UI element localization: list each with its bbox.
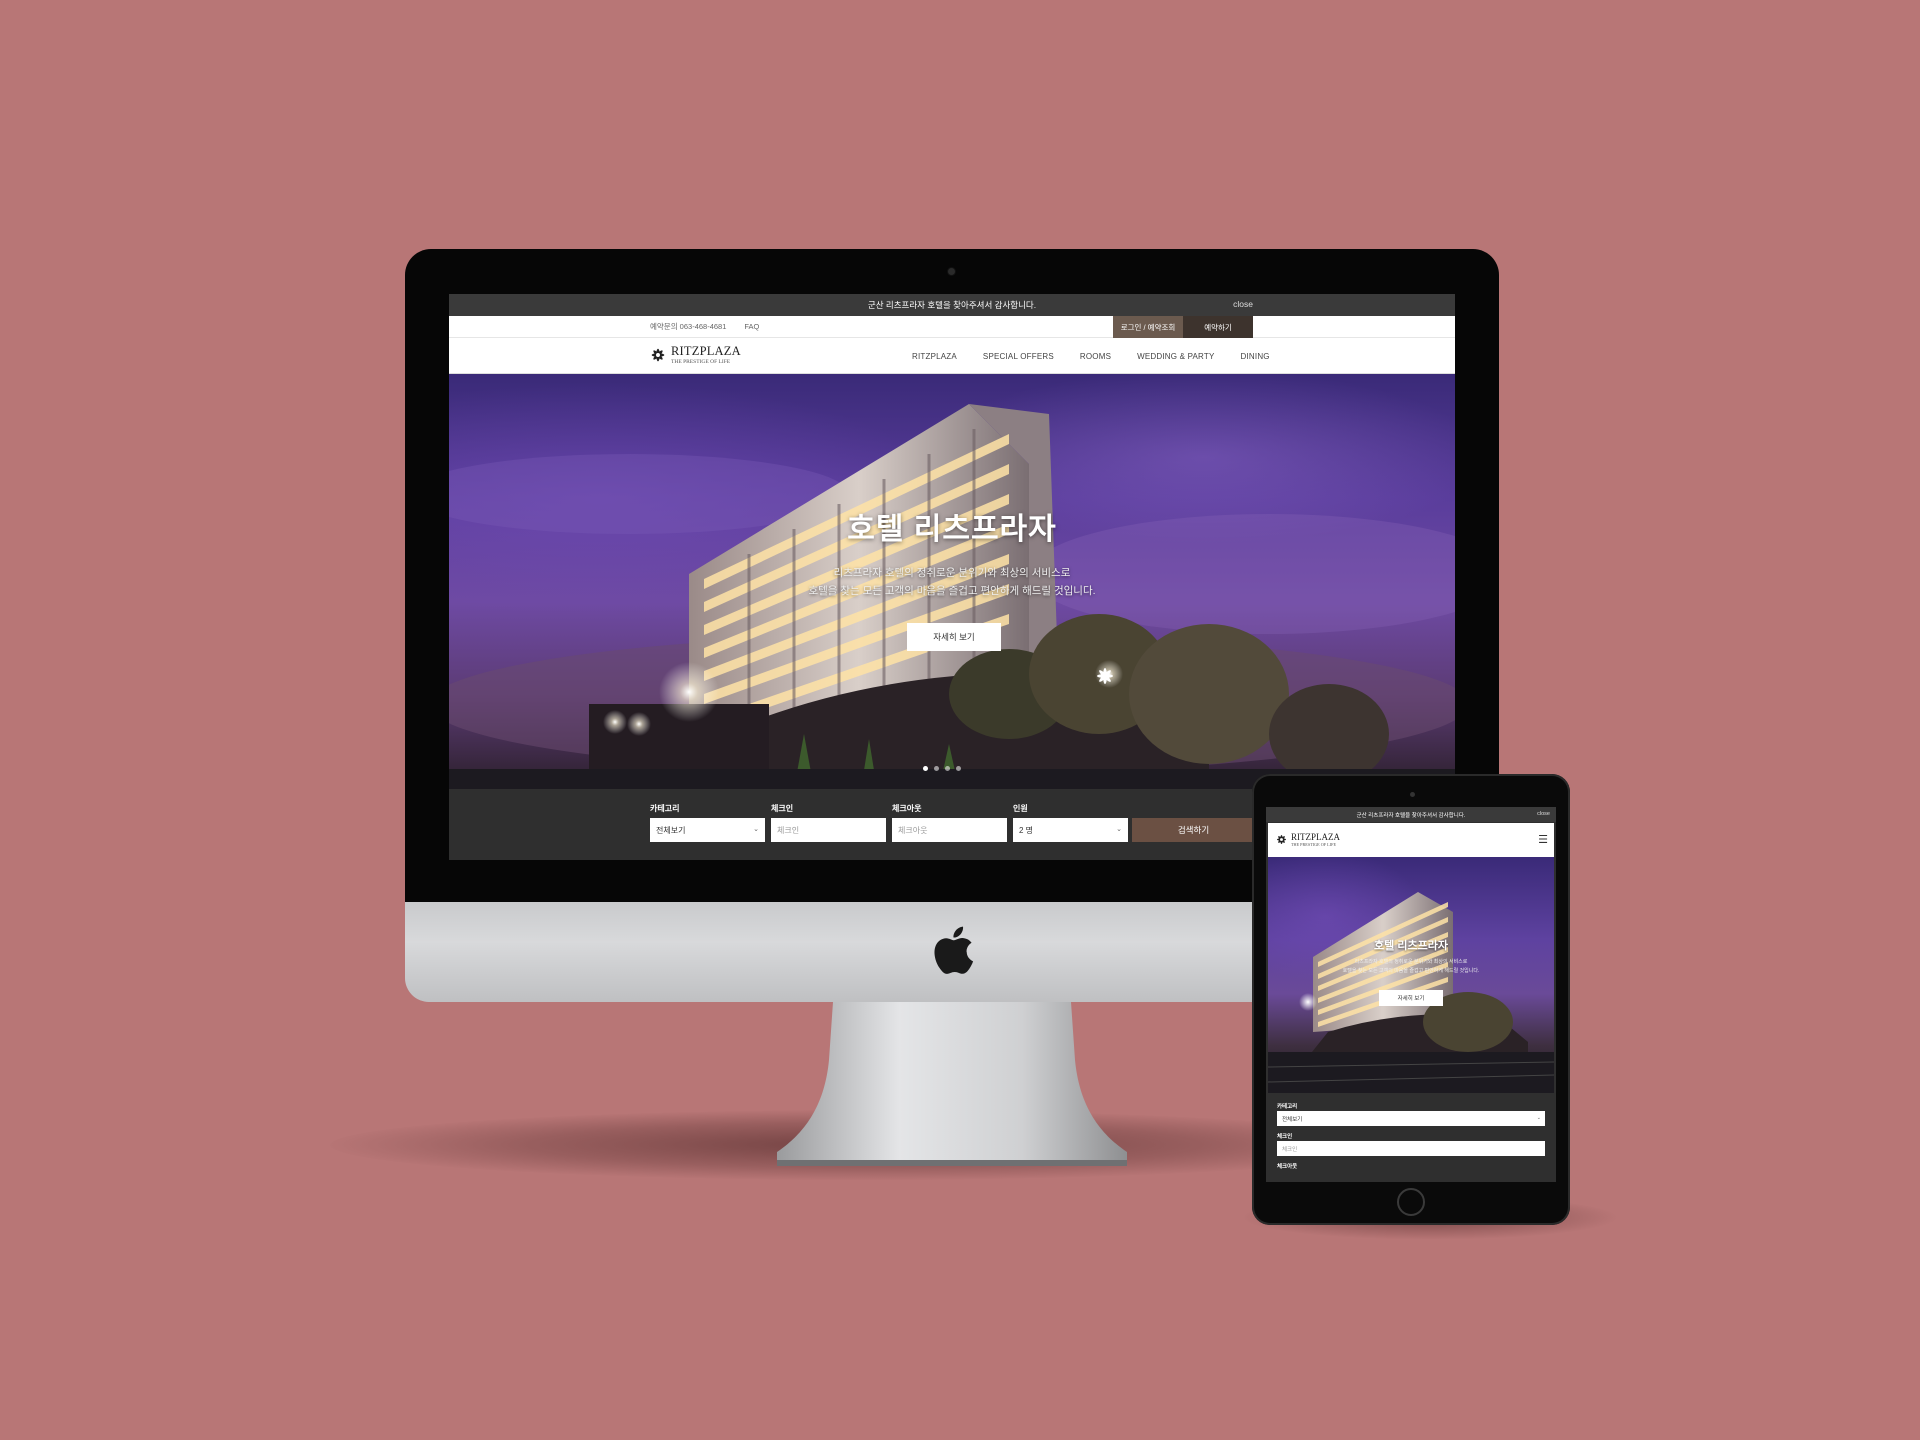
tablet-category-label: 카테고리 <box>1277 1104 1298 1110</box>
search-button[interactable]: 검색하기 <box>1132 818 1255 842</box>
imac-stand <box>777 1002 1127 1166</box>
checkout-field: 체크아웃 체크아웃 <box>892 803 1007 842</box>
tablet-hero-title: 호텔 리츠프라자 <box>1374 940 1448 952</box>
checkout-label: 체크아웃 <box>892 804 922 813</box>
guests-label: 인원 <box>1013 804 1028 813</box>
tablet-search-form: 카테고리 전체보기 ⌄ 체크인 체크인 체크아웃 <box>1277 1102 1545 1171</box>
chevron-down-icon: ⌄ <box>753 826 759 833</box>
tablet-screen: 군산 리츠프라자 호텔을 찾아주셔서 감사합니다. close RITZPLAZ… <box>1266 807 1556 1182</box>
hero-more-button[interactable]: 자세히 보기 <box>907 623 1001 651</box>
ipad-home-button <box>1397 1188 1425 1216</box>
notice-message: 군산 리츠프라자 호텔을 찾아주셔서 감사합니다. <box>867 300 1037 310</box>
tablet-logo-tagline: THE PRESTIGE OF LIFE <box>1291 842 1337 847</box>
slide-indicator <box>923 766 967 771</box>
menu-item-rooms[interactable]: ROOMS <box>1080 352 1111 361</box>
guests-field: 인원 2 명 ⌄ <box>1013 803 1128 842</box>
tablet-hero-line1: 리츠프라자 호텔의 정취로운 분위기와 최상의 서비스로 <box>1354 959 1468 965</box>
tablet-logo-name: RITZPLAZA <box>1291 832 1340 842</box>
chevron-down-icon: ⌄ <box>1116 826 1122 833</box>
slide-dot-4[interactable] <box>956 766 961 771</box>
notice-bar: 군산 리츠프라자 호텔을 찾아주셔서 감사합니다. close <box>449 294 1455 316</box>
logo-name: RITZPLAZA <box>671 344 741 358</box>
menu-item-ritzplaza[interactable]: RITZPLAZA <box>912 352 957 361</box>
apple-logo-icon <box>934 926 974 974</box>
menu-item-special-offers[interactable]: SPECIAL OFFERS <box>983 352 1054 361</box>
checkin-field: 체크인 체크인 <box>771 803 886 842</box>
checkout-input[interactable]: 체크아웃 <box>892 818 1007 842</box>
reservation-phone: 예약문의 063-468-4681 <box>650 322 727 331</box>
checkin-label: 체크인 <box>771 804 794 813</box>
slide-dot-2[interactable] <box>934 766 939 771</box>
tablet-hero-line2: 호텔을 찾는 모든 고객의 마음을 즐겁고 편안하게 해드릴 것입니다. <box>1342 968 1480 974</box>
tablet-checkin-input[interactable]: 체크인 <box>1277 1141 1545 1156</box>
reserve-button[interactable]: 예약하기 <box>1183 316 1253 338</box>
hero-banner: 호텔 리츠프라자 리츠프라자 호텔의 정취로운 분위기와 최상의 서비스로 호텔… <box>449 374 1455 789</box>
hero-text: 호텔 리츠프라자 리츠프라자 호텔의 정취로운 분위기와 최상의 서비스로 호텔… <box>449 504 1455 600</box>
login-button[interactable]: 로그인 / 예약조회 <box>1113 316 1183 338</box>
flower-logo-icon <box>1276 834 1287 845</box>
tablet-notice-message: 군산 리츠프라자 호텔을 찾아주셔서 감사합니다. <box>1356 812 1466 819</box>
category-label: 카테고리 <box>650 804 680 813</box>
hero-description: 리츠프라자 호텔의 정취로운 분위기와 최상의 서비스로 호텔을 찾는 모든 고… <box>449 564 1455 600</box>
logo-tagline: THE PRESTIGE OF LIFE <box>671 359 731 365</box>
category-select[interactable]: 전체보기 ⌄ <box>650 818 765 842</box>
hamburger-icon[interactable]: ☰ <box>1538 833 1548 846</box>
hero-description-line1: 리츠프라자 호텔의 정취로운 분위기와 최상의 서비스로 <box>833 567 1071 579</box>
flower-logo-icon <box>651 348 665 361</box>
tablet-notice-close-button[interactable]: close <box>1537 811 1550 817</box>
utility-bar: 예약문의 063-468-4681 FAQ 로그인 / 예약조회 예약하기 <box>449 316 1455 338</box>
chevron-down-icon: ⌄ <box>1536 1115 1541 1121</box>
guests-select[interactable]: 2 명 ⌄ <box>1013 818 1128 842</box>
hero-title: 호텔 리츠프라자 <box>847 513 1057 546</box>
category-value: 전체보기 <box>656 825 686 835</box>
tablet-hero-text: 호텔 리츠프라자 리츠프라자 호텔의 정취로운 분위기와 최상의 서비스로 호텔… <box>1268 937 1554 976</box>
tablet-category-value: 전체보기 <box>1282 1116 1303 1123</box>
notice-close-button[interactable]: close <box>1233 299 1253 309</box>
menu-item-wedding-party[interactable]: WEDDING & PARTY <box>1137 352 1214 361</box>
tablet-category-select[interactable]: 전체보기 ⌄ <box>1277 1111 1545 1126</box>
tablet-hero-banner: 호텔 리츠프라자 리츠프라자 호텔의 정취로운 분위기와 최상의 서비스로 호텔… <box>1268 857 1554 1093</box>
menu-item-dining[interactable]: DINING <box>1241 352 1270 361</box>
tablet-notice-bar: 군산 리츠프라자 호텔을 찾아주셔서 감사합니다. close <box>1266 807 1556 822</box>
hero-description-line2: 호텔을 찾는 모든 고객의 마음을 즐겁고 편안하게 해드릴 것입니다. <box>808 585 1096 597</box>
utility-buttons: 로그인 / 예약조회 예약하기 <box>1113 316 1253 338</box>
slide-dot-1[interactable] <box>923 766 928 771</box>
guests-value: 2 명 <box>1019 825 1034 835</box>
main-navbar: RITZPLAZA THE PRESTIGE OF LIFE RITZPLAZA… <box>449 338 1455 374</box>
ipad-camera <box>1410 792 1415 797</box>
tablet-checkout-label: 체크아웃 <box>1277 1164 1298 1170</box>
tablet-site-logo[interactable]: RITZPLAZA THE PRESTIGE OF LIFE <box>1275 832 1340 847</box>
main-menu: RITZPLAZA SPECIAL OFFERS ROOMS WEDDING &… <box>912 338 1296 374</box>
tablet-hero-description: 리츠프라자 호텔의 정취로운 분위기와 최상의 서비스로 호텔을 찾는 모든 고… <box>1268 958 1554 976</box>
checkin-input[interactable]: 체크인 <box>771 818 886 842</box>
slide-dot-3[interactable] <box>945 766 950 771</box>
faq-link[interactable]: FAQ <box>744 322 759 331</box>
category-field: 카테고리 전체보기 ⌄ <box>650 803 765 842</box>
tablet-hero-more-button[interactable]: 자세히 보기 <box>1379 990 1443 1006</box>
site-logo[interactable]: RITZPLAZA THE PRESTIGE OF LIFE <box>649 344 741 365</box>
tablet-navbar: RITZPLAZA THE PRESTIGE OF LIFE ☰ <box>1268 823 1554 857</box>
imac-camera <box>948 268 955 275</box>
tablet-checkin-label: 체크인 <box>1277 1134 1293 1140</box>
